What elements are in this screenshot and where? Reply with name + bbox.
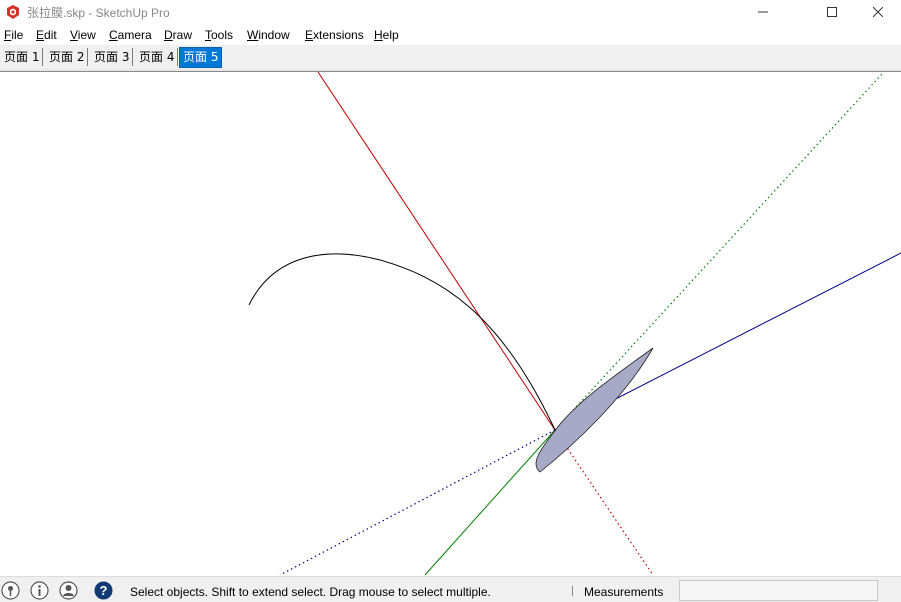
scene-tab-bar: 页面 1 页面 2 页面 3 页面 4 页面 5 <box>0 45 901 69</box>
red-axis-negative <box>554 429 654 575</box>
maximize-button[interactable] <box>809 0 855 24</box>
credits-icon[interactable] <box>30 581 49 600</box>
sketchup-logo-icon <box>7 5 19 19</box>
menu-file[interactable]: File <box>4 28 23 42</box>
minimize-button[interactable] <box>740 0 786 24</box>
geolocation-icon[interactable] <box>1 581 20 600</box>
model-viewport[interactable] <box>0 72 901 575</box>
scene-tab-5[interactable]: 页面 5 <box>179 47 223 68</box>
status-bar: ? Select objects. Shift to extend select… <box>0 576 901 602</box>
close-button[interactable] <box>855 0 901 24</box>
scene-tab-3[interactable]: 页面 3 <box>91 48 134 66</box>
menu-tools[interactable]: Tools <box>205 28 233 42</box>
help-icon[interactable]: ? <box>94 581 113 600</box>
menu-view[interactable]: View <box>70 28 96 42</box>
menu-edit[interactable]: Edit <box>36 28 57 42</box>
green-axis-positive <box>424 429 556 575</box>
scene-tab-2[interactable]: 页面 2 <box>46 48 89 66</box>
red-axis-positive <box>317 72 556 431</box>
title-bar: 张拉膜.skp - SketchUp Pro <box>0 0 901 24</box>
user-account-icon[interactable] <box>59 581 78 600</box>
green-axis-negative <box>554 73 883 431</box>
measurements-label: Measurements <box>584 585 664 599</box>
menu-bar: File Edit View Camera Draw Tools Window … <box>0 25 901 45</box>
window-title: 张拉膜.skp - SketchUp Pro <box>27 6 170 20</box>
menu-extensions[interactable]: Extensions <box>305 28 364 42</box>
close-icon <box>873 7 883 17</box>
arc-curve[interactable] <box>248 253 556 431</box>
blue-axis-negative <box>279 429 556 575</box>
menu-draw[interactable]: Draw <box>164 28 192 42</box>
menu-help[interactable]: Help <box>374 28 399 42</box>
scene-tab-4[interactable]: 页面 4 <box>136 48 179 66</box>
menu-window[interactable]: Window <box>247 28 290 42</box>
minimize-icon <box>758 11 768 13</box>
membrane-face[interactable] <box>535 347 654 473</box>
status-divider <box>572 586 573 596</box>
measurements-input[interactable] <box>679 580 878 601</box>
status-message: Select objects. Shift to extend select. … <box>130 585 491 599</box>
svg-text:?: ? <box>100 583 108 598</box>
menu-camera[interactable]: Camera <box>109 28 152 42</box>
scene-tab-1[interactable]: 页面 1 <box>1 48 44 66</box>
maximize-icon <box>827 7 837 17</box>
